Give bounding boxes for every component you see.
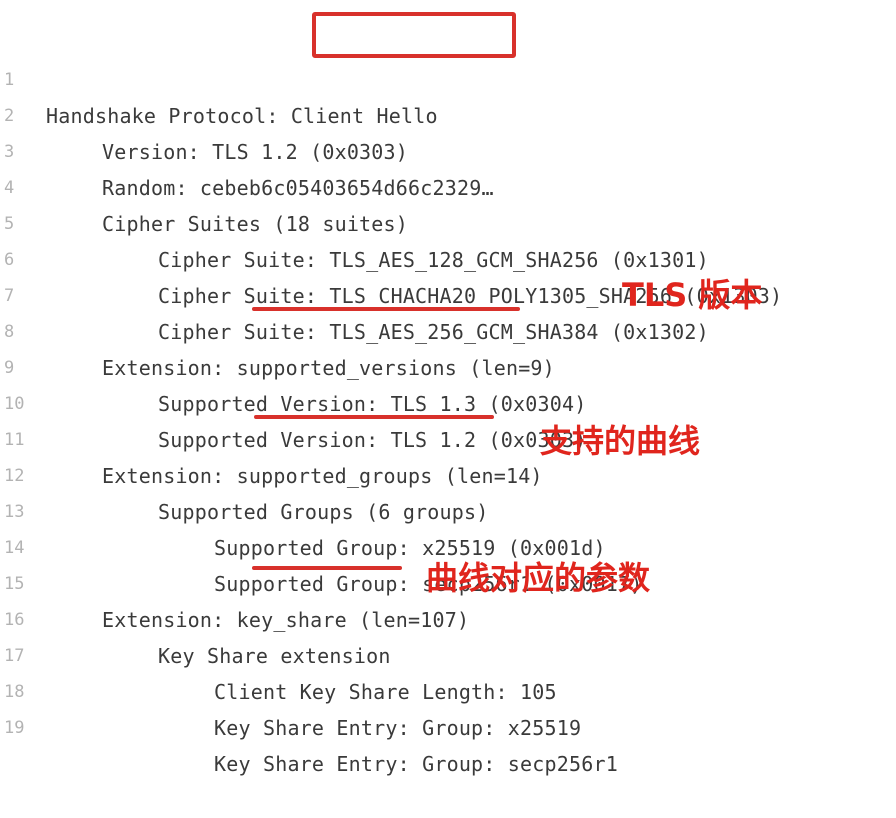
code-line-18: 18 Key Share Entry: Group: x25519 bbox=[0, 638, 896, 740]
code-line-19: 19 Key Share Entry: Group: secp256r1 bbox=[0, 674, 896, 776]
code-line-2: 2 Version: TLS 1.2 (0x0303) bbox=[0, 62, 896, 164]
key-share-underline bbox=[252, 566, 402, 570]
code-text: Key Share Entry: Group: secp256r1 bbox=[214, 752, 618, 776]
code-line-9: 9 Supported Version: TLS 1.3 (0x0304) bbox=[0, 314, 896, 416]
code-line-10: 10 Supported Version: TLS 1.2 (0x0303) bbox=[0, 350, 896, 452]
code-view: 1 Handshake Protocol: Client Hello 2 Ver… bbox=[0, 26, 896, 776]
code-line-4: 4 Cipher Suites (18 suites) bbox=[0, 134, 896, 236]
code-line-6: 6 Cipher Suite: TLS_CHACHA20_POLY1305_SH… bbox=[0, 206, 896, 308]
code-line-14: 14 Supported Group: secp256r1 (0x0017) bbox=[0, 494, 896, 596]
annotation-supported-curves: 支持的曲线 bbox=[540, 422, 701, 460]
code-line-12: 12 Supported Groups (6 groups) bbox=[0, 422, 896, 524]
code-line-3: 3 Random: cebeb6c05403654d66c2329… bbox=[0, 98, 896, 200]
supported-groups-underline bbox=[254, 415, 494, 419]
annotation-tls-version: TLS 版本 bbox=[622, 276, 763, 314]
code-line-17: 17 Client Key Share Length: 105 bbox=[0, 602, 896, 704]
code-line-7: 7 Cipher Suite: TLS_AES_256_GCM_SHA384 (… bbox=[0, 242, 896, 344]
annotation-curve-params: 曲线对应的参数 bbox=[426, 559, 651, 597]
client-hello-highlight-box bbox=[312, 12, 516, 58]
code-text: Key Share Entry: Group: x25519 bbox=[214, 716, 582, 740]
code-line-13: 13 Supported Group: x25519 (0x001d) bbox=[0, 458, 896, 560]
supported-versions-underline bbox=[252, 307, 520, 311]
line-number: 19 bbox=[4, 718, 25, 738]
code-line-5: 5 Cipher Suite: TLS_AES_128_GCM_SHA256 (… bbox=[0, 170, 896, 272]
